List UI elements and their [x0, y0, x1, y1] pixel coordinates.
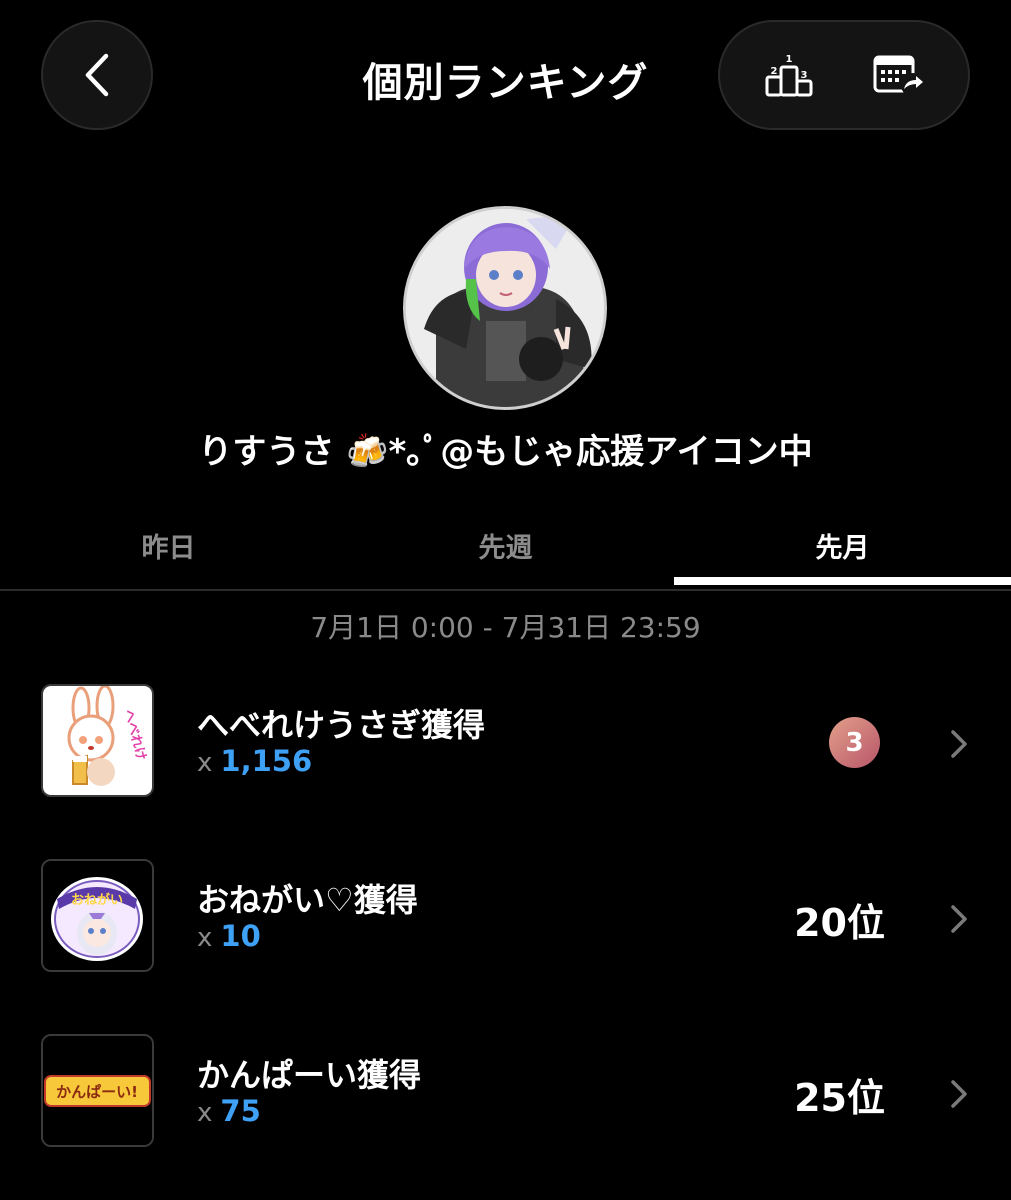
header-actions: 1 2 3: [718, 20, 970, 130]
item-thumbnail: かんぱーい!: [41, 1034, 154, 1147]
username: りすうさ 🍻*｡ﾟ@もじゃ応援アイコン中: [198, 432, 813, 472]
item-count: x 1,156: [197, 744, 312, 778]
chevron-right-icon: [951, 905, 967, 933]
podium-number-2: 2: [771, 66, 778, 77]
list-item[interactable]: おねがい おねがい♡獲得 x 10 20位: [0, 859, 1011, 979]
kanpai-sticker-icon: かんぱーい!: [43, 1036, 152, 1145]
count-prefix: x: [197, 1098, 213, 1128]
count-prefix: x: [197, 923, 213, 953]
rank-text: 25位: [794, 1076, 885, 1120]
item-name: かんぱーい獲得: [197, 1056, 422, 1094]
item-name: おねがい♡獲得: [197, 881, 418, 919]
chevron-right-icon: [951, 730, 967, 758]
tab-divider: [0, 589, 1011, 591]
drunk-bunny-sticker-icon: へべれけ: [43, 686, 152, 795]
count-value: 75: [220, 1094, 261, 1128]
rank-text: 20位: [794, 901, 885, 945]
list-item[interactable]: かんぱーい! かんぱーい獲得 x 75 25位: [0, 1034, 1011, 1154]
tab-yesterday[interactable]: 昨日: [0, 505, 337, 585]
podium-icon: 1 2 3: [765, 54, 813, 97]
date-range: 7月1日 0:00 - 7月31日 23:59: [310, 611, 701, 644]
count-value: 1,156: [220, 744, 313, 778]
active-tab-indicator: [674, 577, 1011, 585]
sticker-label: おねがい: [71, 892, 123, 908]
count-prefix: x: [197, 748, 213, 778]
onegai-sticker-icon: おねがい: [43, 861, 152, 970]
list-item[interactable]: へべれけ へべれけうさぎ獲得 x 1,156 3: [0, 684, 1011, 804]
rank-badge: 3: [829, 717, 880, 768]
item-name: へべれけうさぎ獲得: [197, 706, 486, 744]
ranking-screen: 個別ランキング 1 2 3 りすうさ 🍻*｡ﾟ@もじゃ応援アイコン中 昨日 先週…: [0, 0, 1011, 1200]
tab-last-week[interactable]: 先週: [337, 505, 674, 585]
item-count: x 10: [197, 919, 261, 953]
podium-number-1: 1: [786, 54, 793, 65]
sticker-label: かんぱーい!: [56, 1083, 138, 1101]
calendar-forward-icon: [873, 55, 925, 97]
chevron-right-icon: [951, 1080, 967, 1108]
item-count: x 75: [197, 1094, 261, 1128]
podium-button[interactable]: 1 2 3: [749, 35, 829, 115]
item-thumbnail: おねがい: [41, 859, 154, 972]
calendar-share-button[interactable]: [859, 35, 939, 115]
avatar-character-icon: [406, 209, 604, 407]
item-thumbnail: へべれけ: [41, 684, 154, 797]
tab-last-month[interactable]: 先月: [674, 505, 1011, 585]
avatar[interactable]: [403, 206, 607, 410]
podium-number-3: 3: [801, 70, 808, 81]
count-value: 10: [220, 919, 261, 953]
